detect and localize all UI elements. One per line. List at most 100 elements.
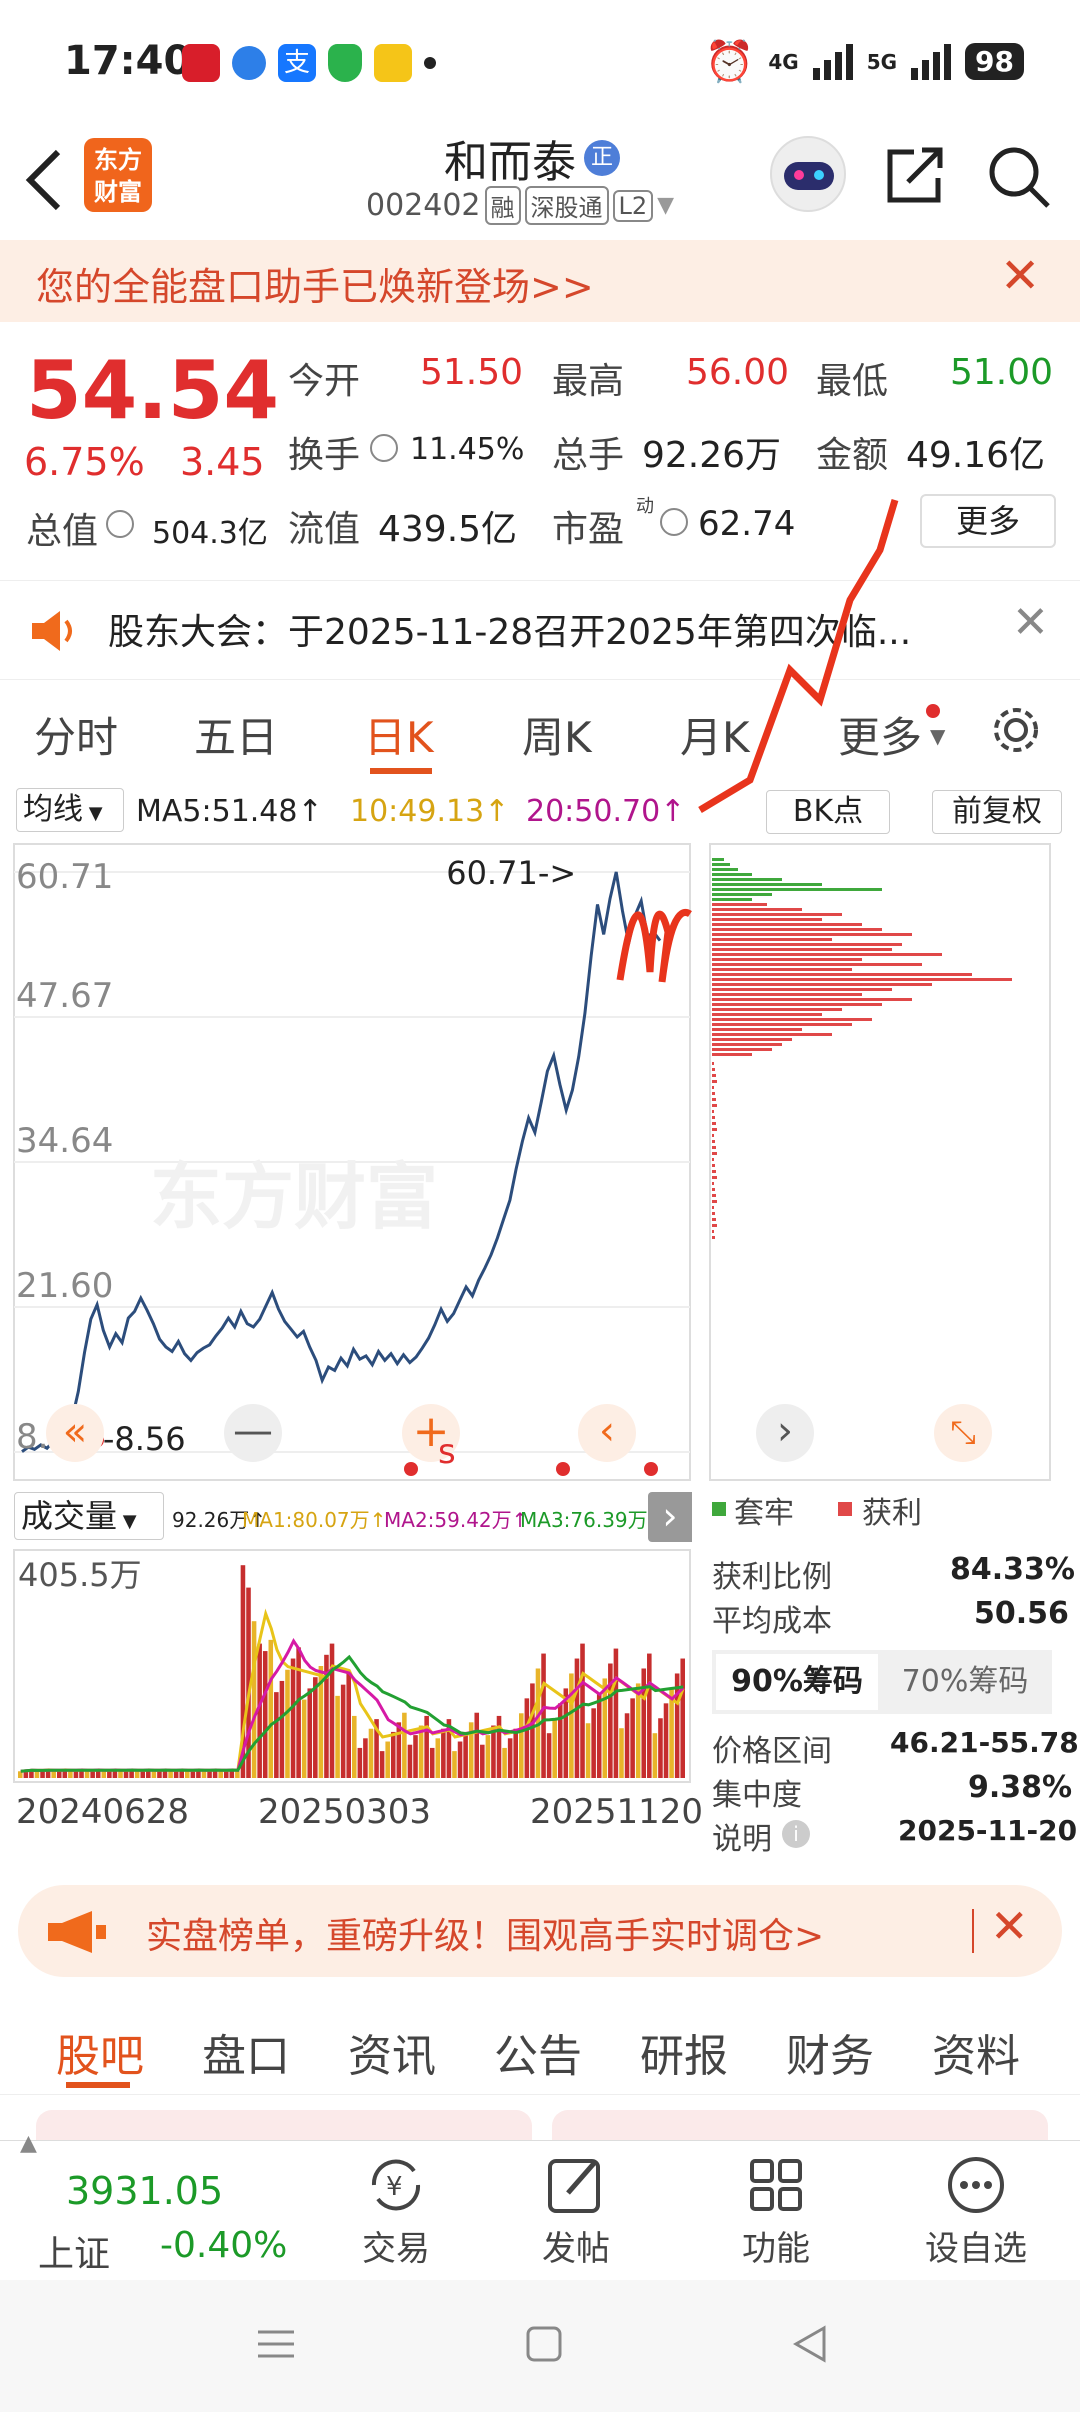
nav-add-watchlist[interactable]: 设自选 <box>906 2153 1046 2273</box>
chip-bar <box>712 898 752 901</box>
forward-adjust-button[interactable]: 前复权 <box>932 790 1062 834</box>
tab-five-day[interactable]: 五日 <box>194 704 278 765</box>
indicator-dropdown[interactable]: 均线 ▼ <box>16 788 124 832</box>
info-icon[interactable]: i <box>782 1820 810 1848</box>
volume-bar <box>296 1647 301 1778</box>
volume-bar <box>346 1673 351 1778</box>
banner-text[interactable]: 实盘榜单，重磅升级！围观高手实时调仓> <box>146 1907 824 1959</box>
scroll-left-icon[interactable]: « <box>46 1404 104 1462</box>
tab-daily-k[interactable]: 日K <box>364 704 434 765</box>
volume-bar <box>591 1708 596 1778</box>
expand-icon[interactable]: ⤡ <box>934 1404 992 1462</box>
bottom-navigation: ▲ 3931.05 上证 -0.40% ¥ 交易 发帖 功能 设自选 <box>0 2131 1080 2281</box>
volume-bar <box>663 1703 669 1778</box>
promo-banner[interactable]: 您的全能盘口助手已焕新登场>> ✕ <box>0 240 1080 322</box>
volume-bar <box>340 1684 346 1778</box>
sell-signal-mark: s <box>438 1432 456 1472</box>
market-cap-value: 504.3亿 <box>152 516 268 551</box>
home-square-icon[interactable] <box>524 2324 564 2364</box>
promo-text[interactable]: 您的全能盘口助手已焕新登场>> <box>36 256 594 311</box>
logo-line2: 财富 <box>94 178 142 206</box>
chart-watermark: 东方财富 <box>150 1155 438 1239</box>
chip-bar <box>712 908 802 911</box>
tab-chip-90[interactable]: 90%筹码 <box>716 1654 878 1710</box>
chip-bar <box>712 978 1012 981</box>
float-cap-value: 439.5亿 <box>378 509 518 550</box>
volume-bar <box>268 1639 274 1778</box>
volume-bar <box>357 1747 363 1778</box>
eastmoney-logo[interactable]: 东方 财富 <box>84 138 152 212</box>
back-arrow-icon[interactable] <box>24 148 64 212</box>
collapse-arrow-icon[interactable]: ▲ <box>20 2131 37 2156</box>
chip-bar <box>712 1053 752 1056</box>
info-icon[interactable] <box>370 434 398 462</box>
step-left-icon[interactable]: ‹ <box>578 1404 636 1462</box>
kline-chart[interactable]: 东方财富 60.7147.6734.6421.608.56 60.71-> <-… <box>0 842 700 1482</box>
close-icon[interactable]: ✕ <box>1012 597 1049 648</box>
more-button[interactable]: 更多 <box>920 494 1056 548</box>
volume-bar <box>413 1735 418 1778</box>
live-ranking-banner[interactable]: 实盘榜单，重磅升级！围观高手实时调仓> ✕ <box>18 1885 1062 1977</box>
chip-distribution-chart[interactable] <box>708 842 1052 1482</box>
network-5g-label: 5G <box>866 49 898 74</box>
tab-announcements[interactable]: 公告 <box>494 2020 582 2084</box>
active-tab-indicator <box>66 2082 130 2088</box>
tab-guba[interactable]: 股吧 <box>56 2020 144 2084</box>
info-icon[interactable] <box>106 510 134 538</box>
tab-intraday[interactable]: 分时 <box>34 704 118 765</box>
status-indicators: ⏰ 4G 5G 98 <box>705 38 1024 85</box>
settings-gear-icon[interactable] <box>988 702 1044 758</box>
expand-right-icon[interactable]: › <box>648 1492 692 1542</box>
back-triangle-icon[interactable] <box>790 2324 830 2364</box>
volume-bar <box>585 1723 591 1778</box>
nav-trade[interactable]: ¥ 交易 <box>326 2153 466 2273</box>
close-icon[interactable]: ✕ <box>1000 248 1040 304</box>
vol-ma3-label: MA3:76.39万↓ <box>520 1508 665 1532</box>
tab-financials[interactable]: 财务 <box>786 2020 874 2084</box>
index-value: 3931.05 <box>66 2169 224 2213</box>
chip-bar <box>712 1068 715 1071</box>
app-notification-icon <box>232 46 266 80</box>
volume-bar <box>313 1677 318 1778</box>
volume-bar <box>134 1771 140 1778</box>
search-icon[interactable] <box>986 144 1052 210</box>
volume-bar <box>285 1669 290 1778</box>
content-card-peek <box>552 2110 1048 2140</box>
chip-bar <box>712 878 782 881</box>
indicator-dropdown-label: 均线 <box>23 792 83 827</box>
chip-bar <box>712 1080 717 1083</box>
tab-orderbook[interactable]: 盘口 <box>202 2020 290 2084</box>
chevron-down-icon[interactable]: ▼ <box>657 193 674 218</box>
volume-chart[interactable]: 405.5万 <box>0 1548 700 1784</box>
index-ticker[interactable]: ▲ 3931.05 上证 -0.40% <box>0 2131 300 2281</box>
float-cap-label: 流值 <box>288 509 361 550</box>
chip-bar <box>712 1018 872 1021</box>
nav-post[interactable]: 发帖 <box>506 2153 646 2273</box>
step-right-icon[interactable]: › <box>756 1404 814 1462</box>
zoom-out-icon[interactable]: — <box>224 1404 282 1462</box>
volume-bar <box>502 1747 507 1778</box>
signal-dot <box>404 1462 418 1476</box>
y-axis-tick-label: 60.71 <box>16 857 113 897</box>
close-icon[interactable]: ✕ <box>990 1899 1029 1953</box>
volume-indicator-dropdown[interactable]: 成交量 ▼ <box>14 1492 164 1540</box>
menu-icon[interactable] <box>256 2324 296 2364</box>
volume-bar <box>168 1771 173 1778</box>
chip-bar <box>712 933 912 936</box>
tab-news[interactable]: 资讯 <box>348 2020 436 2084</box>
nav-functions[interactable]: 功能 <box>706 2153 846 2273</box>
tab-chip-70[interactable]: 70%筹码 <box>882 1654 1048 1710</box>
trapped-legend-label: 套牢 <box>734 1496 794 1531</box>
svg-text:¥: ¥ <box>386 2172 403 2202</box>
chip-bar <box>712 1013 822 1016</box>
stock-title: 和而泰 正 <box>444 126 620 190</box>
chip-bar <box>712 918 822 921</box>
tab-research[interactable]: 研报 <box>640 2020 728 2084</box>
volume-value: 92.26万 <box>642 435 782 476</box>
tab-profile[interactable]: 资料 <box>932 2020 1020 2084</box>
ai-assistant-icon[interactable] <box>770 136 846 212</box>
date-label-start: 20240628 <box>16 1792 190 1832</box>
share-icon[interactable] <box>884 144 946 206</box>
volume-bar <box>407 1744 413 1778</box>
tab-weekly-k[interactable]: 周K <box>522 704 592 765</box>
